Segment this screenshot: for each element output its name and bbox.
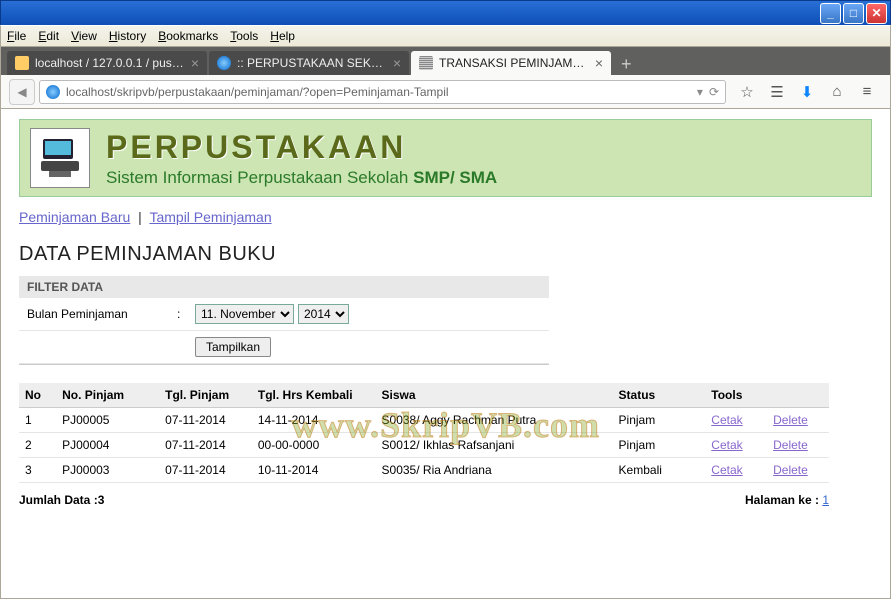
- favicon: [217, 56, 231, 70]
- action-links: Peminjaman Baru | Tampil Peminjaman: [19, 209, 872, 225]
- app-title: PERPUSTAKAAN: [106, 129, 497, 166]
- cell-siswa: S0035/ Ria Andriana: [376, 458, 613, 483]
- browser-toolbar: ◀ ▾ ⟳ ☆ ☰ ⬇ ⌂ ≡: [0, 75, 891, 109]
- cell-no: 2: [19, 433, 56, 458]
- col-no: No: [19, 383, 56, 408]
- col-siswa: Siswa: [376, 383, 613, 408]
- cetak-link[interactable]: Cetak: [711, 413, 742, 427]
- home-icon[interactable]: ⌂: [827, 83, 847, 100]
- browser-tabstrip: localhost / 127.0.0.1 / pustak... ×:: PER…: [0, 47, 891, 75]
- close-tab-icon[interactable]: ×: [191, 55, 199, 71]
- tab-label: TRANSAKSI PEMINJAMAN: [439, 56, 589, 70]
- browser-tab-1[interactable]: :: PERPUSTAKAAN SEKOLAH - Sist... ×: [209, 51, 409, 75]
- close-tab-icon[interactable]: ×: [393, 55, 401, 71]
- page-link[interactable]: 1: [822, 493, 829, 507]
- list-icon[interactable]: ☰: [767, 83, 787, 101]
- window-close-button[interactable]: ✕: [866, 3, 887, 24]
- menu-icon[interactable]: ≡: [857, 83, 877, 100]
- cell-hrs: 10-11-2014: [252, 458, 376, 483]
- tampilkan-button[interactable]: Tampilkan: [195, 337, 271, 357]
- cell-tgl: 07-11-2014: [159, 458, 252, 483]
- col-status: Status: [613, 383, 706, 408]
- delete-link[interactable]: Delete: [773, 438, 808, 452]
- star-icon[interactable]: ☆: [737, 83, 757, 101]
- cell-tgl: 07-11-2014: [159, 433, 252, 458]
- cetak-link[interactable]: Cetak: [711, 463, 742, 477]
- url-history-dropdown-icon[interactable]: ▾: [697, 85, 703, 99]
- table-row: 1PJ0000507-11-201414-11-2014S0038/ Aggy …: [19, 408, 829, 433]
- table-footer: Jumlah Data :3 Halaman ke : 1: [19, 493, 829, 507]
- cell-status: Pinjam: [613, 433, 706, 458]
- col-tgl-hrs-kembali: Tgl. Hrs Kembali: [252, 383, 376, 408]
- favicon: [419, 56, 433, 70]
- page-content: PERPUSTAKAAN Sistem Informasi Perpustaka…: [0, 109, 891, 599]
- cell-no: 3: [19, 458, 56, 483]
- menu-view[interactable]: View: [71, 29, 97, 43]
- app-logo: [30, 128, 90, 188]
- col-tgl-pinjam: Tgl. Pinjam: [159, 383, 252, 408]
- filter-label-month: Bulan Peminjaman: [27, 307, 177, 321]
- link-tampil-peminjaman[interactable]: Tampil Peminjaman: [149, 209, 271, 225]
- count-value: 3: [98, 493, 105, 507]
- cell-siswa: S0012/ Ikhlas Rafsanjani: [376, 433, 613, 458]
- cetak-link[interactable]: Cetak: [711, 438, 742, 452]
- menu-bookmarks[interactable]: Bookmarks: [158, 29, 218, 43]
- cell-nop: PJ00004: [56, 433, 159, 458]
- tab-label: localhost / 127.0.0.1 / pustak...: [35, 56, 185, 70]
- cell-nop: PJ00003: [56, 458, 159, 483]
- download-icon[interactable]: ⬇: [797, 83, 817, 101]
- menu-history[interactable]: History: [109, 29, 146, 43]
- section-title: DATA PEMINJAMAN BUKU: [19, 243, 872, 266]
- url-input[interactable]: [66, 85, 693, 99]
- window-minimize-button[interactable]: _: [820, 3, 841, 24]
- filter-header: FILTER DATA: [19, 276, 549, 298]
- table-row: 2PJ0000407-11-201400-00-0000S0012/ Ikhla…: [19, 433, 829, 458]
- favicon: [15, 56, 29, 70]
- page-label: Halaman ke :: [745, 493, 822, 507]
- cell-status: Kembali: [613, 458, 706, 483]
- menu-tools[interactable]: Tools: [230, 29, 258, 43]
- app-subtitle: Sistem Informasi Perpustakaan Sekolah SM…: [106, 168, 497, 188]
- window-maximize-button[interactable]: □: [843, 3, 864, 24]
- cell-status: Pinjam: [613, 408, 706, 433]
- month-select[interactable]: 11. November: [195, 304, 294, 324]
- app-header: PERPUSTAKAAN Sistem Informasi Perpustaka…: [19, 119, 872, 197]
- browser-menubar: File Edit View History Bookmarks Tools Help: [0, 25, 891, 47]
- cell-no: 1: [19, 408, 56, 433]
- close-tab-icon[interactable]: ×: [595, 55, 603, 71]
- table-row: 3PJ0000307-11-201410-11-2014S0035/ Ria A…: [19, 458, 829, 483]
- col-tools2: [767, 383, 829, 408]
- reload-icon[interactable]: ⟳: [709, 85, 719, 99]
- url-bar[interactable]: ▾ ⟳: [39, 80, 726, 104]
- menu-help[interactable]: Help: [270, 29, 295, 43]
- menu-edit[interactable]: Edit: [38, 29, 59, 43]
- col-no-pinjam: No. Pinjam: [56, 383, 159, 408]
- data-table: NoNo. PinjamTgl. PinjamTgl. Hrs KembaliS…: [19, 383, 829, 483]
- site-identity-icon: [46, 85, 60, 99]
- col-tools: Tools: [705, 383, 767, 408]
- delete-link[interactable]: Delete: [773, 413, 808, 427]
- cell-tgl: 07-11-2014: [159, 408, 252, 433]
- browser-tab-2[interactable]: TRANSAKSI PEMINJAMAN ×: [411, 51, 611, 75]
- browser-tab-0[interactable]: localhost / 127.0.0.1 / pustak... ×: [7, 51, 207, 75]
- cell-hrs: 14-11-2014: [252, 408, 376, 433]
- new-tab-button[interactable]: +: [613, 54, 640, 75]
- cell-hrs: 00-00-0000: [252, 433, 376, 458]
- tab-label: :: PERPUSTAKAAN SEKOLAH - Sist...: [237, 56, 387, 70]
- cell-siswa: S0038/ Aggy Rachman Putra: [376, 408, 613, 433]
- cell-nop: PJ00005: [56, 408, 159, 433]
- count-label: Jumlah Data :: [19, 493, 98, 507]
- filter-box: FILTER DATA Bulan Peminjaman : 11. Novem…: [19, 276, 549, 365]
- window-titlebar: _ □ ✕: [0, 0, 891, 25]
- year-select[interactable]: 2014: [298, 304, 349, 324]
- link-peminjaman-baru[interactable]: Peminjaman Baru: [19, 209, 130, 225]
- back-button[interactable]: ◀: [9, 79, 35, 105]
- delete-link[interactable]: Delete: [773, 463, 808, 477]
- menu-file[interactable]: File: [7, 29, 26, 43]
